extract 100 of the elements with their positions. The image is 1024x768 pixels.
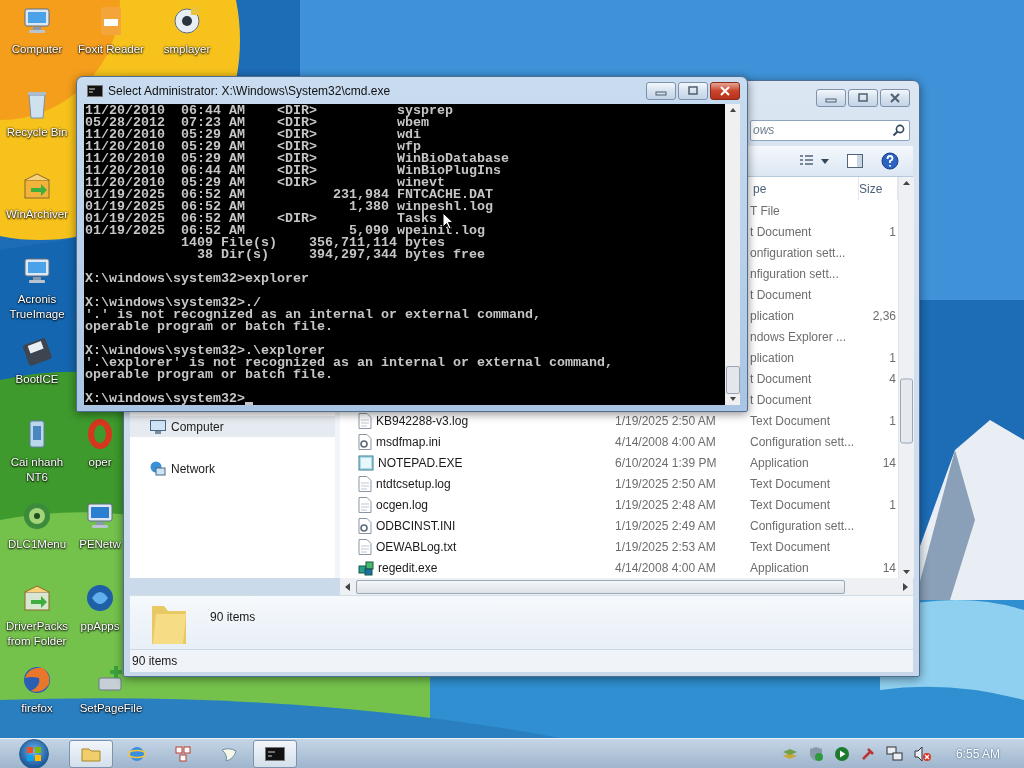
table-cell-text: 1 <box>888 349 897 367</box>
shield-icon[interactable] <box>807 746 824 762</box>
console-line: 01/19/2025 06:52 AM 1,380 winpeshl.log <box>85 201 493 213</box>
table-cell[interactable]: ocgen.log <box>340 494 612 515</box>
down-arrow-icon[interactable] <box>728 396 737 402</box>
start-button[interactable] <box>19 739 49 768</box>
table-cell-text: 2,36 <box>871 307 897 325</box>
icon-label[interactable]: SetPageFile <box>79 701 143 716</box>
table-cell[interactable]: OEWABLog.txt <box>340 536 612 557</box>
file-name[interactable]: regedit.exe <box>378 560 438 575</box>
right-arrow-icon[interactable] <box>901 581 909 592</box>
console-line: 38 Dir(s) 394,297,344 bytes free <box>195 249 485 261</box>
nav-item[interactable]: Network <box>130 458 335 479</box>
console-line: X:\windows\system32>./ <box>85 297 261 309</box>
table-cell[interactable]: msdfmap.ini <box>340 431 612 452</box>
table-cell-text: 1/19/2025 2:49 AM <box>614 517 717 535</box>
table-cell-text: 6/10/2024 1:39 PM <box>614 454 718 472</box>
file-name[interactable]: NOTEPAD.EXE <box>378 455 463 470</box>
table-cell-text: Configuration sett... <box>749 517 856 535</box>
nav-item[interactable]: Computer <box>130 416 335 437</box>
text-file-icon <box>358 412 372 429</box>
file-name[interactable]: msdfmap.ini <box>376 434 441 449</box>
table-cell-text: 1/19/2025 2:48 AM <box>614 496 717 514</box>
view-options-icon[interactable] <box>799 154 829 168</box>
folder-icon <box>81 746 101 762</box>
minimize-button[interactable] <box>816 88 846 107</box>
media-player-icon[interactable] <box>171 5 203 37</box>
search-icon[interactable] <box>892 123 905 137</box>
close-button[interactable] <box>880 88 910 107</box>
console-line: '.' is not recognized as an internal or external command, <box>85 309 541 321</box>
file-name[interactable]: KB942288-v3.log <box>376 413 469 428</box>
network-icon[interactable] <box>885 746 904 762</box>
file-name[interactable]: ODBCINST.INI <box>376 518 456 533</box>
table-cell-text: Text Document <box>749 475 832 493</box>
browser-icon[interactable] <box>21 664 53 696</box>
table-cell-text: 4/14/2008 4:00 AM <box>614 559 717 577</box>
table-cell-text: nfiguration sett... <box>749 265 840 283</box>
console-line: 1409 File(s) 356,711,114 bytes <box>179 237 445 249</box>
close-icon <box>889 92 901 103</box>
console-line: 11/20/2010 05:29 AM <DIR> WinBioDatabase <box>85 153 509 165</box>
stack-icon[interactable] <box>781 747 798 761</box>
table-cell[interactable]: ODBCINST.INI <box>340 515 612 536</box>
help-icon[interactable] <box>881 152 899 170</box>
disc-icon[interactable] <box>21 500 53 532</box>
scroll-thumb[interactable] <box>725 366 740 394</box>
scrollbar[interactable] <box>340 578 913 595</box>
close-button[interactable] <box>710 81 740 100</box>
maximize-button[interactable] <box>678 81 708 100</box>
table-cell[interactable]: ntdtcsetup.log <box>340 473 612 494</box>
file-name[interactable]: ntdtcsetup.log <box>376 476 451 491</box>
table-cell[interactable]: NOTEPAD.EXE <box>340 452 612 473</box>
status-text: 90 items <box>132 654 178 668</box>
console-line: 11/20/2010 05:29 AM <DIR> winevt <box>85 177 445 189</box>
scrollbar[interactable] <box>725 104 740 405</box>
console-line: 11/20/2010 05:29 AM <DIR> wdi <box>85 129 421 141</box>
scrollbar[interactable] <box>898 177 914 578</box>
globe-icon[interactable] <box>84 582 116 614</box>
item-count: 90 items <box>210 610 256 626</box>
table-cell-text: 14 <box>881 559 897 577</box>
table-cell-text: t Document <box>749 286 813 304</box>
minimize-button[interactable] <box>646 81 676 100</box>
table-cell-text: 4/14/2008 4:00 AM <box>614 433 717 451</box>
console-line: X:\windows\system32> <box>85 393 245 405</box>
table-cell-text: 1 <box>888 496 897 514</box>
maximize-button[interactable] <box>848 88 878 107</box>
table-cell-text: ndows Explorer ... <box>749 328 848 346</box>
table-cell-text: 4 <box>888 370 897 388</box>
table-cell[interactable]: regedit.exe <box>340 557 612 578</box>
table-cell-text: 1 <box>888 223 897 241</box>
icon-label[interactable]: Acronis TrueImage <box>1 292 73 322</box>
left-arrow-icon[interactable] <box>344 581 352 592</box>
play-icon[interactable] <box>833 746 850 762</box>
console-line: X:\windows\system32>explorer <box>85 273 309 285</box>
console-line: 11/20/2010 06:44 AM <DIR> WinBioPlugIns <box>85 165 501 177</box>
window-title: Select Administrator: X:\Windows\System32\cmd.exe <box>108 83 392 98</box>
icon-label[interactable]: BootICE <box>15 372 59 387</box>
icon-label[interactable]: firefox <box>21 701 53 716</box>
close-icon <box>719 85 731 96</box>
scroll-thumb[interactable] <box>356 579 845 594</box>
file-name[interactable]: ocgen.log <box>376 497 429 512</box>
bird-icon <box>220 745 238 763</box>
table-cell-text: Text Document <box>749 496 832 514</box>
table-cell-text: Configuration sett... <box>749 433 856 451</box>
maximize-icon <box>857 92 869 103</box>
table-cell-text: 14 <box>881 454 897 472</box>
table-cell-text: 1/19/2025 2:50 AM <box>614 475 717 493</box>
search-field[interactable]: ows <box>750 119 910 141</box>
up-arrow-icon[interactable] <box>728 107 737 113</box>
console-icon <box>265 747 285 761</box>
text-file-icon <box>358 538 372 555</box>
console-line: operable program or batch file. <box>85 321 333 333</box>
table-cell-text: Text Document <box>749 538 832 556</box>
table-cell[interactable]: KB942288-v3.log <box>340 410 612 431</box>
four-squares-icon <box>26 746 42 762</box>
preview-pane-icon[interactable] <box>847 154 863 168</box>
taskbar-button[interactable] <box>253 740 297 768</box>
speaker-muted-icon[interactable] <box>913 746 932 762</box>
console-line: 01/19/2025 06:52 AM 5,090 wpeinit.log <box>85 225 485 237</box>
maximize-icon <box>687 85 699 96</box>
file-name[interactable]: OEWABLog.txt <box>376 539 457 554</box>
